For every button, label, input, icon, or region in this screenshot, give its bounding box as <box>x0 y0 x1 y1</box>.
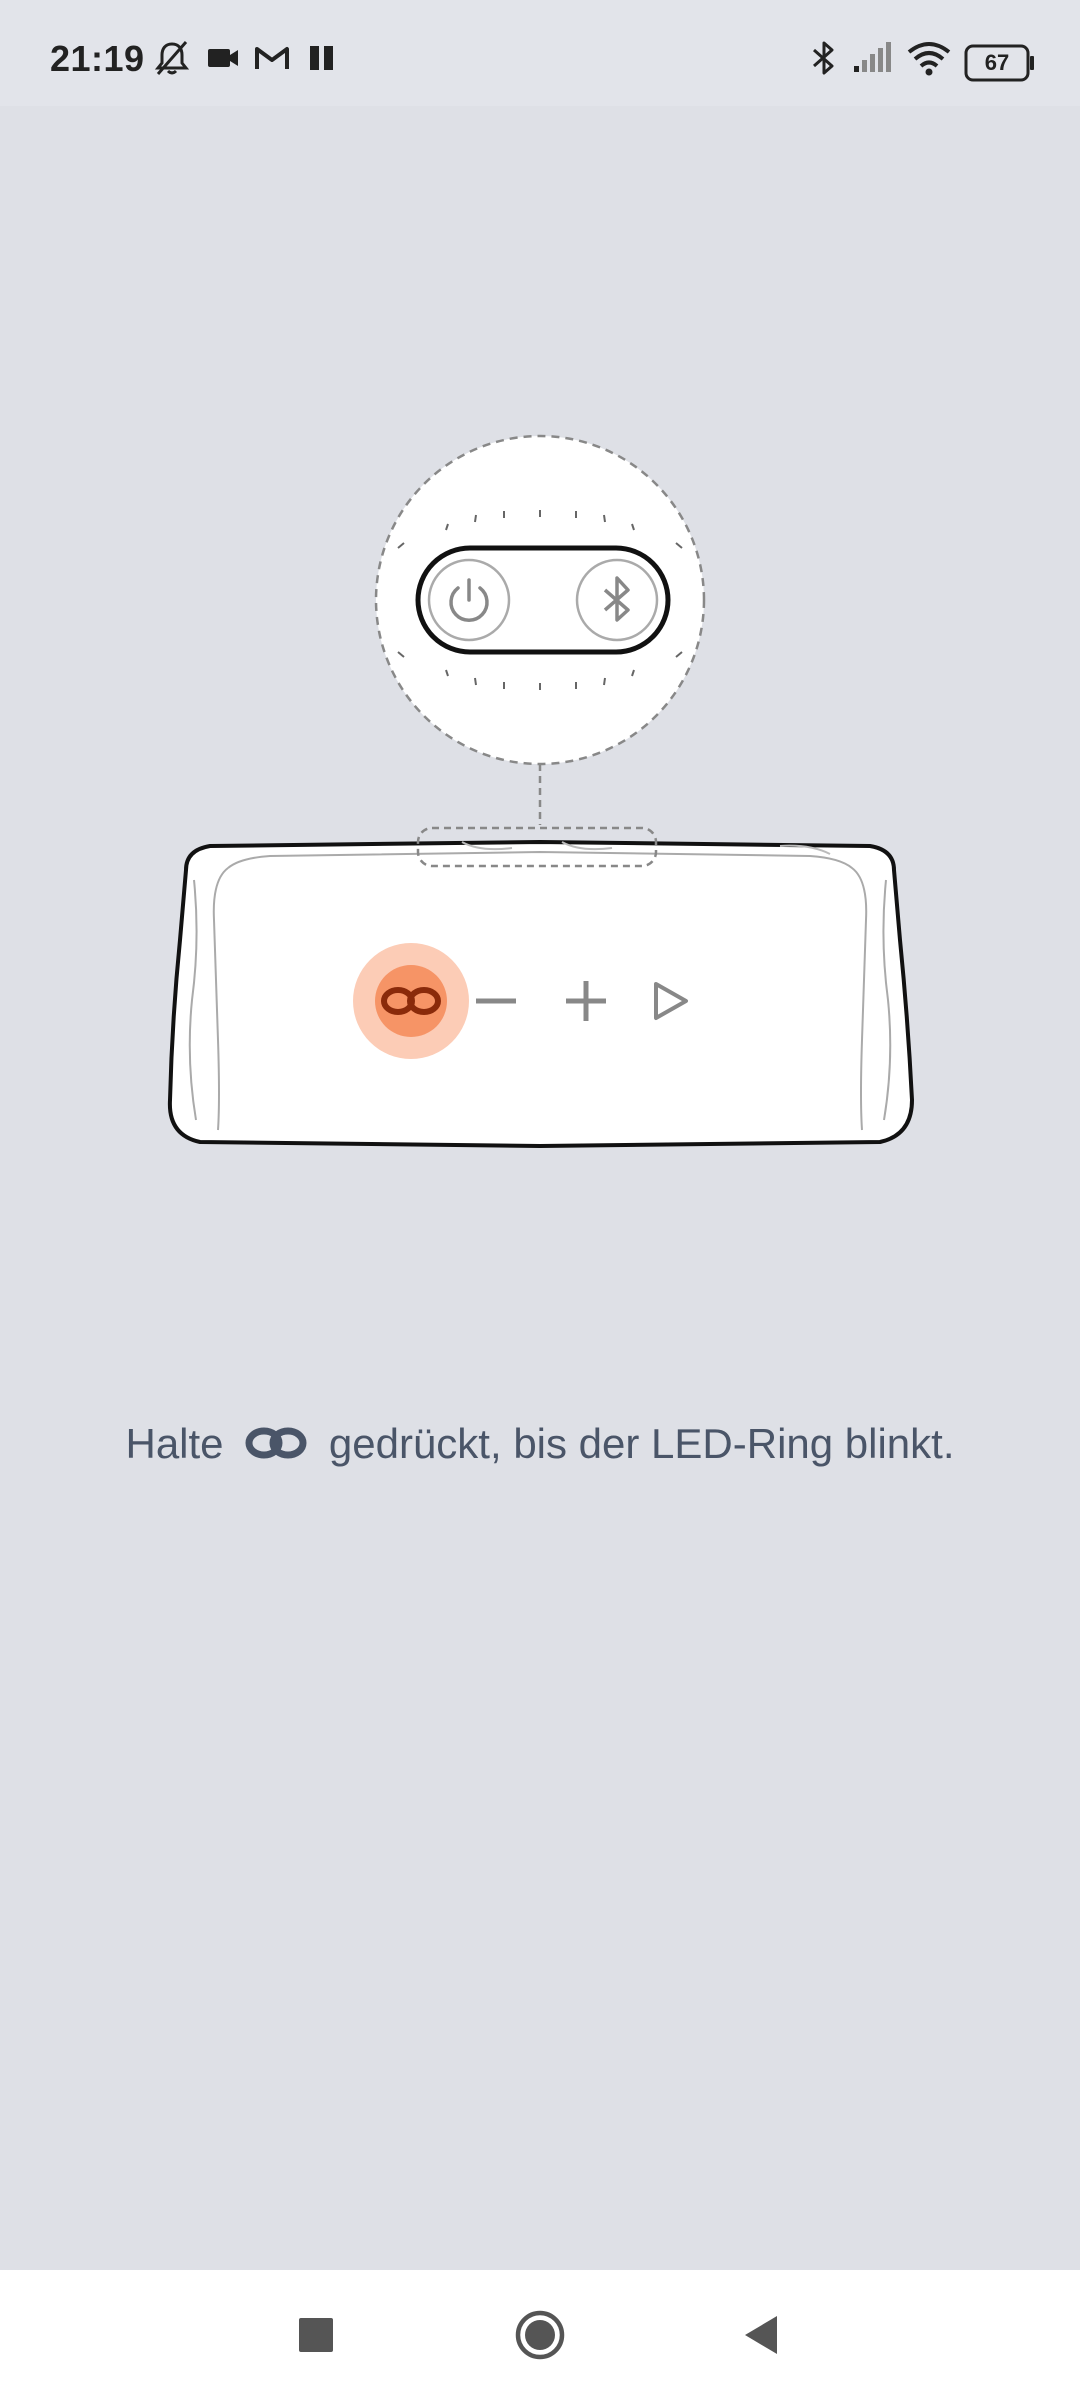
speaker-body <box>167 826 915 1149</box>
status-time: 21:19 <box>50 38 145 79</box>
status-bar: 21:19 67 <box>0 0 1080 106</box>
wifi-icon <box>907 42 951 76</box>
bluetooth-icon <box>813 41 834 75</box>
pause-icon <box>310 46 333 70</box>
link-icon <box>245 1427 307 1459</box>
screen: 21:19 67 Halte gedrückt, bis der LED-Rin… <box>0 0 1080 2400</box>
navigation-bar <box>0 2270 1080 2400</box>
instruction-before: Halte <box>125 1420 224 1467</box>
bell-off-icon <box>154 41 190 75</box>
back-button[interactable] <box>727 2300 797 2370</box>
recents-button[interactable] <box>281 2300 351 2370</box>
instruction-after: gedrückt, bis der LED-Ring blinkt. <box>328 1420 955 1467</box>
bluetooth-button-icon <box>575 558 659 642</box>
video-camera-icon <box>208 49 238 67</box>
gmail-icon <box>255 47 289 69</box>
signal-icon <box>854 42 891 72</box>
battery-level: 67 <box>984 50 1010 75</box>
callout-zoom <box>374 434 706 766</box>
power-icon <box>427 558 511 642</box>
instruction-text: Halte gedrückt, bis der LED-Ring blinkt. <box>0 1420 1080 1468</box>
speaker-illustration <box>167 434 915 1149</box>
home-button[interactable] <box>505 2300 575 2370</box>
partyboost-link-icon <box>353 943 469 1059</box>
